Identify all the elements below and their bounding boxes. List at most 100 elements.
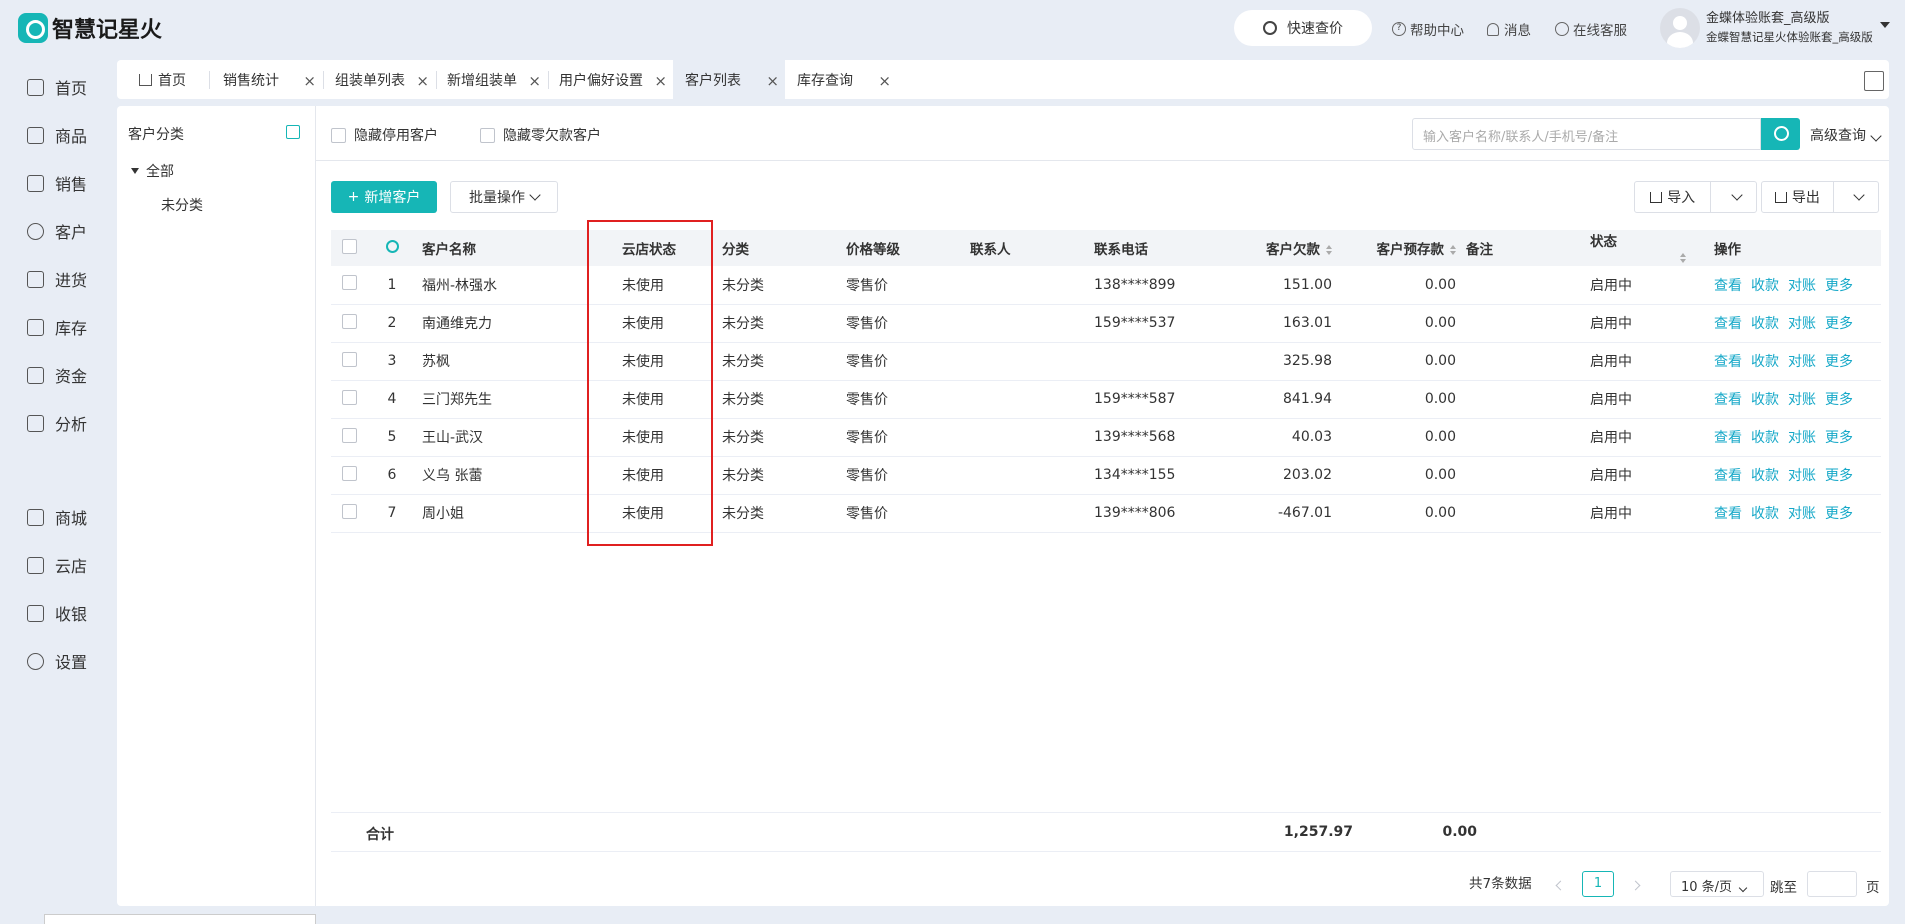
search-input[interactable]: 输入客户名称/联系人/手机号/备注: [1412, 118, 1761, 150]
table-row[interactable]: 4 三门郑先生 未使用 未分类 零售价 159****587 841.94 0.00 启用中 查看…: [331, 380, 1881, 419]
caret-down-icon[interactable]: [1880, 22, 1890, 28]
reconcile-link[interactable]: 对账: [1788, 392, 1816, 408]
row-checkbox[interactable]: [331, 380, 367, 419]
page-current[interactable]: 1: [1582, 871, 1614, 897]
sidebar-item-cashier[interactable]: 收银: [0, 589, 117, 637]
checkbox[interactable]: [341, 313, 357, 329]
sidebar-item-purchase[interactable]: 进货: [0, 255, 117, 303]
sidebar-item-analysis[interactable]: 分析: [0, 399, 117, 447]
view-link[interactable]: 查看: [1714, 430, 1742, 446]
tab-inventory-query[interactable]: 库存查询 ×: [785, 60, 897, 99]
checkbox[interactable]: [341, 389, 357, 405]
advanced-query-button[interactable]: 高级查询: [1810, 125, 1882, 145]
sidebar-item-customers[interactable]: 客户: [0, 207, 117, 255]
taskbar-search-input[interactable]: [44, 914, 316, 924]
checkbox[interactable]: [341, 351, 357, 367]
batch-operation-button[interactable]: 批量操作: [450, 181, 558, 213]
reconcile-link[interactable]: 对账: [1788, 468, 1816, 484]
table-row[interactable]: 1 福州-林强水 未使用 未分类 零售价 138****899 151.00 0.00 启用中查…: [331, 266, 1881, 305]
export-button[interactable]: 导出: [1762, 182, 1834, 212]
sidebar-item-sales[interactable]: 销售: [0, 159, 117, 207]
help-center-link[interactable]: ? 帮助中心: [1392, 19, 1464, 39]
collect-link[interactable]: 收款: [1751, 392, 1779, 408]
table-row[interactable]: 7 周小姐 未使用 未分类 零售价 139****806 -467.01 0.00 启用中 查看收…: [331, 494, 1881, 533]
tab-sales-stats[interactable]: 销售统计 ×: [211, 60, 322, 99]
close-icon[interactable]: ×: [766, 72, 779, 90]
hide-disabled-checkbox[interactable]: 隐藏停用客户: [331, 125, 438, 145]
checkbox[interactable]: [341, 503, 357, 519]
sidebar-item-goods[interactable]: 商品: [0, 111, 117, 159]
row-checkbox[interactable]: [331, 342, 367, 381]
col-debt[interactable]: 客户欠款: [1213, 230, 1337, 266]
tab-assembly-list[interactable]: 组装单列表 ×: [323, 60, 435, 99]
view-link[interactable]: 查看: [1714, 468, 1742, 484]
quick-price-button[interactable]: 快速查价: [1234, 10, 1372, 46]
reconcile-link[interactable]: 对账: [1788, 506, 1816, 522]
user-menu[interactable]: 金蝶体验账套_高级版 金蝶智慧记星火体验账套_高级版: [1660, 8, 1873, 48]
collect-link[interactable]: 收款: [1751, 430, 1779, 446]
close-icon[interactable]: ×: [654, 72, 667, 90]
more-link[interactable]: 更多: [1825, 354, 1853, 370]
sort-icon[interactable]: [1326, 245, 1332, 255]
column-settings-icon[interactable]: [367, 230, 417, 266]
sidebar-item-home[interactable]: 首页: [0, 63, 117, 111]
sidebar-item-cloud-store[interactable]: 云店: [0, 541, 117, 589]
app-logo[interactable]: 智慧记星火: [18, 12, 162, 44]
collect-link[interactable]: 收款: [1751, 506, 1779, 522]
table-row[interactable]: 5 王山-武汉 未使用 未分类 零售价 139****568 40.03 0.00 启用中 查看收…: [331, 418, 1881, 457]
checkbox[interactable]: [341, 238, 357, 254]
edit-category-icon[interactable]: [286, 125, 300, 139]
checkbox[interactable]: [341, 427, 357, 443]
collect-link[interactable]: 收款: [1751, 468, 1779, 484]
collect-link[interactable]: 收款: [1751, 354, 1779, 370]
more-link[interactable]: 更多: [1825, 468, 1853, 484]
view-link[interactable]: 查看: [1714, 278, 1742, 294]
caret-down-icon[interactable]: [131, 168, 139, 174]
reconcile-link[interactable]: 对账: [1788, 354, 1816, 370]
close-icon[interactable]: ×: [878, 72, 891, 90]
view-link[interactable]: 查看: [1714, 354, 1742, 370]
collect-link[interactable]: 收款: [1751, 278, 1779, 294]
add-customer-button[interactable]: + 新增客户: [331, 181, 437, 213]
row-checkbox[interactable]: [331, 456, 367, 495]
close-icon[interactable]: ×: [303, 72, 316, 90]
view-link[interactable]: 查看: [1714, 316, 1742, 332]
table-row[interactable]: 6 义乌 张蕾 未使用 未分类 零售价 134****155 203.02 0.00 启用中 查看…: [331, 456, 1881, 495]
select-all-checkbox[interactable]: [331, 230, 367, 266]
category-all[interactable]: 全部: [131, 161, 174, 181]
category-uncategorized[interactable]: 未分类: [161, 195, 203, 215]
jump-page-input[interactable]: [1807, 871, 1857, 897]
page-size-select[interactable]: 10 条/页: [1670, 871, 1764, 897]
more-link[interactable]: 更多: [1825, 430, 1853, 446]
export-dropdown[interactable]: [1834, 182, 1878, 212]
table-row[interactable]: 2 南通维克力 未使用 未分类 零售价 159****537 163.01 0.00 启用中 查看…: [331, 304, 1881, 343]
more-link[interactable]: 更多: [1825, 506, 1853, 522]
row-checkbox[interactable]: [331, 494, 367, 533]
more-link[interactable]: 更多: [1825, 392, 1853, 408]
sidebar-item-settings[interactable]: 设置: [0, 637, 117, 685]
reconcile-link[interactable]: 对账: [1788, 278, 1816, 294]
hide-zero-debt-checkbox[interactable]: 隐藏零欠款客户: [480, 125, 601, 145]
fullscreen-icon[interactable]: [1864, 71, 1884, 91]
tab-new-assembly[interactable]: 新增组装单 ×: [435, 60, 547, 99]
collect-link[interactable]: 收款: [1751, 316, 1779, 332]
row-checkbox[interactable]: [331, 266, 367, 305]
import-dropdown[interactable]: [1711, 182, 1756, 212]
tab-user-preferences[interactable]: 用户偏好设置 ×: [547, 60, 673, 99]
sort-icon[interactable]: [1450, 245, 1456, 255]
sidebar-item-mall[interactable]: 商城: [0, 493, 117, 541]
reconcile-link[interactable]: 对账: [1788, 430, 1816, 446]
online-service-link[interactable]: 在线客服: [1555, 19, 1627, 39]
sidebar-item-funds[interactable]: 资金: [0, 351, 117, 399]
tab-customer-list[interactable]: 客户列表 ×: [673, 60, 785, 99]
search-button[interactable]: [1761, 118, 1800, 150]
more-link[interactable]: 更多: [1825, 278, 1853, 294]
col-deposit[interactable]: 客户预存款: [1337, 230, 1461, 266]
row-checkbox[interactable]: [331, 304, 367, 343]
checkbox[interactable]: [341, 465, 357, 481]
checkbox[interactable]: [331, 127, 346, 143]
sort-icon[interactable]: [1680, 253, 1686, 263]
messages-link[interactable]: 消息: [1487, 19, 1531, 39]
view-link[interactable]: 查看: [1714, 506, 1742, 522]
sidebar-item-inventory[interactable]: 库存: [0, 303, 117, 351]
